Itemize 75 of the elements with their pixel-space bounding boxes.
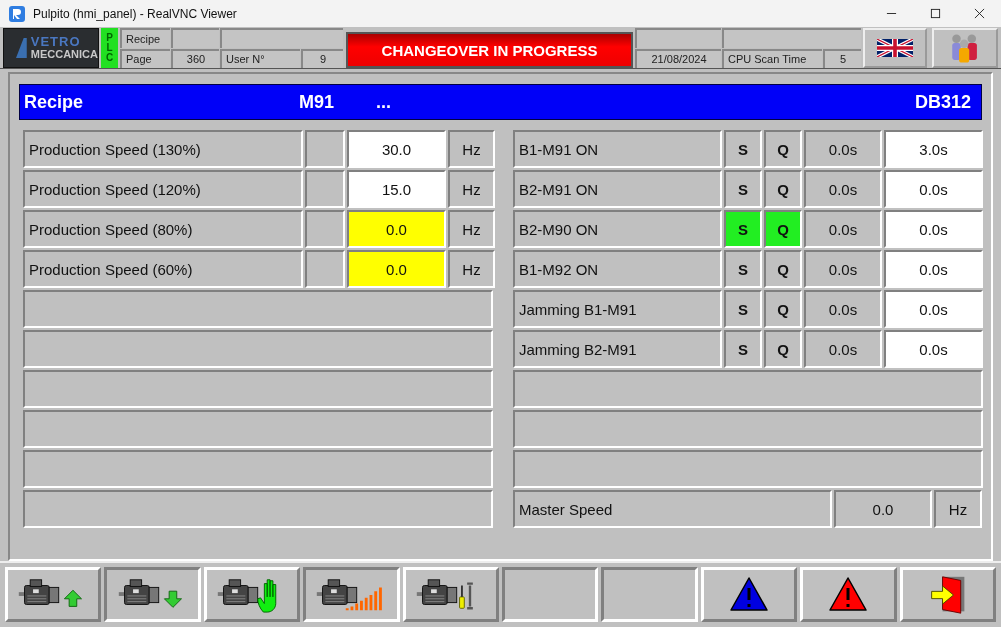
master-speed-value: 0.0	[834, 490, 932, 528]
uk-flag-icon	[877, 39, 913, 57]
parameter-label: Production Speed (130%)	[23, 130, 303, 168]
parameter-label: Production Speed (80%)	[23, 210, 303, 248]
app-icon	[9, 5, 25, 22]
machine-code: M91	[299, 91, 335, 113]
unit-label: Hz	[448, 130, 495, 168]
output-indicator: Q	[764, 130, 802, 168]
elapsed-time: 0.0s	[804, 210, 882, 248]
set-indicator: S	[724, 170, 762, 208]
master-speed-label: Master Speed	[513, 490, 832, 528]
output-indicator: Q	[764, 290, 802, 328]
ellipsis-text: ...	[376, 91, 392, 113]
recipe-title: Recipe	[24, 91, 84, 113]
page-number: 360	[171, 48, 219, 68]
set-indicator: S	[724, 130, 762, 168]
preset-time-field[interactable]: 3.0s	[884, 130, 983, 168]
output-indicator: Q	[764, 170, 802, 208]
empty-cell	[305, 210, 345, 248]
unit-label: Hz	[448, 250, 495, 288]
output-label: B2-M91 ON	[513, 170, 722, 208]
elapsed-time: 0.0s	[804, 330, 882, 368]
blank-button[interactable]	[601, 567, 698, 622]
maximize-icon[interactable]	[930, 8, 941, 19]
preset-time-field[interactable]: 0.0s	[884, 330, 983, 368]
empty-cell	[305, 170, 345, 208]
data-block-code: DB312	[914, 91, 971, 113]
preset-time-field[interactable]: 0.0s	[884, 250, 983, 288]
toolbar-button[interactable]	[303, 567, 400, 622]
page-label: Page	[120, 48, 170, 68]
preset-time-field[interactable]: 0.0s	[884, 170, 983, 208]
cpu-scan-time-value: 5	[823, 48, 861, 68]
close-icon[interactable]	[974, 8, 985, 19]
value-field[interactable]: 0.0	[347, 210, 446, 248]
unit-label: Hz	[448, 170, 495, 208]
value-field[interactable]: 15.0	[347, 170, 446, 208]
preset-time-field[interactable]: 0.0s	[884, 290, 983, 328]
user-number: 9	[301, 48, 343, 68]
value-field[interactable]: 30.0	[347, 130, 446, 168]
output-label: B2-M90 ON	[513, 210, 722, 248]
company-logo: VETRO MECCANICA	[3, 28, 99, 68]
window-title: Pulpito (hmi_panel) - RealVNC Viewer	[33, 6, 237, 21]
parameter-label: Production Speed (120%)	[23, 170, 303, 208]
output-label: Jamming B1-M91	[513, 290, 722, 328]
set-indicator: S	[724, 290, 762, 328]
user-label: User N°	[220, 48, 300, 68]
output-label: B1-M91 ON	[513, 130, 722, 168]
output-label: Jamming B2-M91	[513, 330, 722, 368]
recipe-label: Recipe	[120, 28, 170, 48]
elapsed-time: 0.0s	[804, 170, 882, 208]
elapsed-time: 0.0s	[804, 250, 882, 288]
output-indicator: Q	[764, 330, 802, 368]
set-indicator: S	[724, 250, 762, 288]
parameter-label: Production Speed (60%)	[23, 250, 303, 288]
output-indicator: Q	[764, 210, 802, 248]
language-button[interactable]	[863, 28, 927, 68]
status-banner: CHANGEOVER IN PROGRESS	[346, 32, 633, 68]
preset-time-field[interactable]: 0.0s	[884, 210, 983, 248]
plc-status-indicator: PLC	[101, 28, 118, 68]
set-indicator: S	[724, 210, 762, 248]
output-label: B1-M92 ON	[513, 250, 722, 288]
blank-button[interactable]	[502, 567, 599, 622]
value-field[interactable]: 0.0	[347, 250, 446, 288]
users-button[interactable]	[932, 28, 998, 68]
toolbar-button[interactable]	[104, 567, 201, 622]
elapsed-time: 0.0s	[804, 130, 882, 168]
elapsed-time: 0.0s	[804, 290, 882, 328]
empty-cell	[305, 250, 345, 288]
empty-cell	[305, 130, 345, 168]
cpu-scan-time-label: CPU Scan Time	[722, 48, 822, 68]
output-indicator: Q	[764, 250, 802, 288]
set-indicator: S	[724, 330, 762, 368]
unit-label: Hz	[448, 210, 495, 248]
date-display: 21/08/2024	[635, 48, 721, 68]
unit-label: Hz	[934, 490, 982, 528]
